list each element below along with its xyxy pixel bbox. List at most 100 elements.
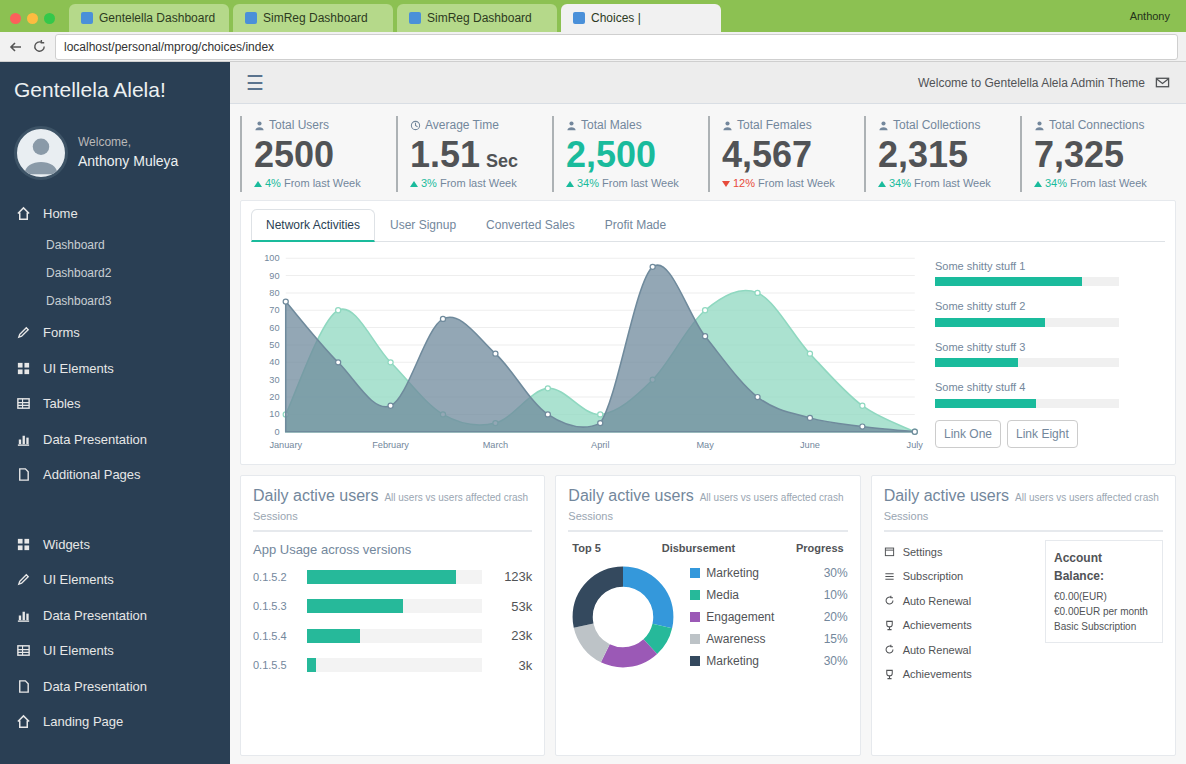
data-point[interactable] xyxy=(440,316,445,321)
menu-item[interactable]: Data Presentation xyxy=(0,598,230,634)
grid-icon xyxy=(16,537,31,552)
main-content: ☰Welcome to Gentelella Alela Admin Theme… xyxy=(230,62,1186,764)
menu-item[interactable]: Home xyxy=(0,196,230,232)
data-point[interactable] xyxy=(703,308,708,313)
usage-value: 23k xyxy=(492,626,532,646)
progress-label: Some shitty stuff 1 xyxy=(935,258,1165,275)
data-point[interactable] xyxy=(545,386,550,391)
data-point[interactable] xyxy=(388,403,393,408)
stat-tile: Average Time1.51Sec3%From last Week xyxy=(396,116,552,192)
browser-tab[interactable]: SimReg Dashboard xyxy=(233,4,393,32)
submenu-item[interactable]: Dashboard xyxy=(0,231,230,259)
settings-item[interactable]: Achievements xyxy=(884,613,1035,638)
legend-swatch xyxy=(690,634,700,644)
data-point[interactable] xyxy=(545,412,550,417)
envelope-icon[interactable] xyxy=(1155,75,1170,90)
balance-amount: €0.00(EUR) xyxy=(1054,589,1154,604)
data-point[interactable] xyxy=(755,394,760,399)
chart-tab[interactable]: Network Activities xyxy=(251,209,375,242)
browser-tab[interactable]: SimReg Dashboard xyxy=(397,4,557,32)
pencil-icon xyxy=(16,572,31,587)
trend-arrow-icon xyxy=(1034,181,1042,187)
data-point[interactable] xyxy=(755,290,760,295)
data-point[interactable] xyxy=(388,360,393,365)
change-note: From last Week xyxy=(602,175,679,192)
menu-item[interactable]: Data Presentation xyxy=(0,422,230,458)
url-field[interactable]: localhost/personal/mprog/choices/index xyxy=(55,34,1178,60)
data-point[interactable] xyxy=(336,360,341,365)
change-note: From last Week xyxy=(284,175,361,192)
profile-button[interactable]: Anthony xyxy=(1122,8,1178,33)
top5-panel: Daily active usersAll users vs users aff… xyxy=(555,475,860,756)
change-percent: 4% xyxy=(265,175,281,192)
link-button[interactable]: Link One xyxy=(935,420,1001,448)
table-header: Top 5DisbursementProgress xyxy=(568,540,847,563)
svg-text:80: 80 xyxy=(269,288,279,298)
menu-item[interactable]: Additional Pages xyxy=(0,457,230,493)
settings-item[interactable]: Settings xyxy=(884,540,1035,565)
settings-panel: Daily active usersAll users vs users aff… xyxy=(871,475,1176,756)
back-arrow-icon[interactable] xyxy=(8,39,24,55)
stat-value: 1.51Sec xyxy=(410,134,544,175)
chart-tab[interactable]: User Signup xyxy=(375,209,471,241)
menu-item[interactable]: UI Elements xyxy=(0,562,230,598)
user-name: Anthony Muleya xyxy=(78,151,178,172)
svg-text:30: 30 xyxy=(269,375,279,385)
list-icon xyxy=(884,571,895,582)
settings-item[interactable]: Auto Renewal xyxy=(884,589,1035,614)
stat-tile: Total Users25004%From last Week xyxy=(240,116,396,192)
menu-item[interactable]: UI Elements xyxy=(0,351,230,387)
svg-text:May: May xyxy=(696,440,714,450)
data-point[interactable] xyxy=(283,299,288,304)
settings-item[interactable]: Subscription xyxy=(884,564,1035,589)
browser-tab[interactable]: Gentelella Dashboard xyxy=(69,4,229,32)
svg-text:60: 60 xyxy=(269,323,279,333)
legend-swatch xyxy=(690,656,700,666)
stats-row: Total Users25004%From last WeekAverage T… xyxy=(230,104,1186,200)
svg-text:50: 50 xyxy=(269,340,279,350)
zoom-button[interactable] xyxy=(44,13,55,24)
menu-toggle[interactable]: ☰ xyxy=(246,68,264,98)
minimize-button[interactable] xyxy=(27,13,38,24)
data-point[interactable] xyxy=(912,429,917,434)
chart-tabs: Network ActivitiesUser SignupConverted S… xyxy=(251,209,1165,242)
chart-tab[interactable]: Profit Made xyxy=(590,209,681,241)
data-point[interactable] xyxy=(807,415,812,420)
stat-change: 3%From last Week xyxy=(410,175,544,192)
browser-tab[interactable]: Choices | xyxy=(561,4,721,32)
close-button[interactable] xyxy=(10,13,21,24)
link-button[interactable]: Link Eight xyxy=(1007,420,1078,448)
menu-item[interactable]: UI Elements xyxy=(0,633,230,669)
menu-item[interactable]: Data Presentation xyxy=(0,669,230,705)
menu-item[interactable]: Widgets xyxy=(0,527,230,563)
menu-item[interactable]: Forms xyxy=(0,315,230,351)
reload-icon[interactable] xyxy=(32,39,47,54)
usage-track xyxy=(307,658,482,672)
data-point[interactable] xyxy=(703,334,708,339)
home-icon xyxy=(16,714,31,729)
submenu-item[interactable]: Dashboard3 xyxy=(0,287,230,315)
site-title[interactable]: Gentellela Alela! xyxy=(0,62,230,116)
data-point[interactable] xyxy=(860,403,865,408)
data-point[interactable] xyxy=(650,264,655,269)
trend-arrow-icon xyxy=(722,181,730,187)
usage-value: 123k xyxy=(492,567,532,587)
data-point[interactable] xyxy=(807,351,812,356)
panel-subtitle: Sessions xyxy=(884,508,1163,525)
data-point[interactable] xyxy=(336,308,341,313)
data-point[interactable] xyxy=(598,412,603,417)
stat-change: 4%From last Week xyxy=(254,175,388,192)
menu-item[interactable]: Tables xyxy=(0,386,230,422)
data-point[interactable] xyxy=(912,429,917,434)
svg-text:January: January xyxy=(269,440,302,450)
chart-tab[interactable]: Converted Sales xyxy=(471,209,590,241)
settings-item[interactable]: Achievements xyxy=(884,662,1035,687)
data-point[interactable] xyxy=(493,351,498,356)
data-point[interactable] xyxy=(860,424,865,429)
settings-item[interactable]: Auto Renewal xyxy=(884,638,1035,663)
menu-item[interactable]: Landing Page xyxy=(0,704,230,740)
submenu-item[interactable]: Dashboard2 xyxy=(0,259,230,287)
donut-segment xyxy=(583,577,664,658)
data-point[interactable] xyxy=(598,420,603,425)
panel-title: Daily active users xyxy=(884,487,1009,504)
